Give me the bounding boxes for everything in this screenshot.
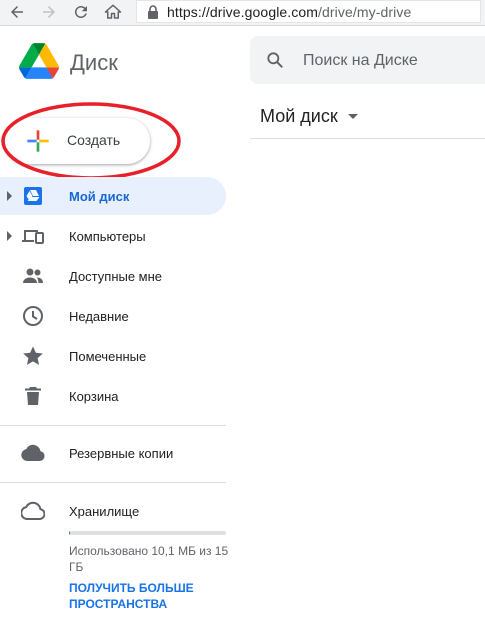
expand-arrow-icon[interactable] — [7, 231, 12, 241]
sidebar-item-label: Мой диск — [69, 189, 130, 204]
sidebar-item-label: Резервные копии — [69, 446, 174, 461]
trash-icon — [25, 387, 41, 405]
create-button-label: Создать — [67, 132, 121, 148]
content-divider — [250, 138, 485, 139]
star-icon — [23, 346, 43, 365]
sidebar-item-starred[interactable]: Помеченные — [0, 337, 226, 375]
people-icon — [23, 268, 43, 283]
get-more-storage-link[interactable]: ПОЛУЧИТЬ БОЛЬШЕ ПРОСТРАНСТВА — [69, 580, 219, 612]
my-drive-title-menu[interactable]: Мой диск — [260, 106, 358, 127]
page-title: Мой диск — [260, 106, 338, 126]
caret-down-icon — [347, 114, 358, 119]
cloud-filled-icon — [21, 444, 45, 461]
address-bar[interactable]: https://drive.google.com/drive/my-drive — [136, 0, 481, 23]
computers-icon — [22, 230, 44, 244]
search-icon[interactable] — [265, 50, 285, 70]
search-input[interactable]: Поиск на Диске — [303, 52, 418, 70]
sidebar-item-label: Хранилище — [69, 504, 140, 519]
sidebar-item-recent[interactable]: Недавние — [0, 297, 226, 335]
sidebar-divider — [0, 482, 226, 483]
drive-logo-icon[interactable] — [19, 43, 59, 79]
forward-arrow-icon — [43, 6, 55, 18]
sidebar-item-backups[interactable]: Резервные копии — [0, 434, 226, 472]
lock-icon — [148, 4, 158, 19]
url-text: https://drive.google.com/drive/my-drive — [167, 4, 411, 20]
clock-icon — [23, 306, 43, 326]
sidebar-item-trash[interactable]: Корзина — [0, 377, 226, 415]
storage-progress-fill — [69, 531, 70, 535]
sidebar-item-storage[interactable]: Хранилище — [0, 492, 226, 530]
url-scheme: https:// — [167, 3, 210, 20]
search-box[interactable]: Поиск на Диске — [250, 36, 485, 84]
sidebar-item-label: Доступные мне — [69, 269, 163, 284]
url-host: drive.google.com — [209, 3, 319, 20]
storage-usage-text: Использовано 10,1 МБ из 15 ГБ — [69, 544, 229, 574]
sidebar-item-label: Компьютеры — [69, 229, 146, 244]
drive-folder-icon — [24, 187, 42, 205]
url-path: /drive/my-drive — [318, 3, 412, 20]
back-arrow-icon — [11, 6, 23, 18]
back-button[interactable] — [6, 1, 28, 23]
reload-icon — [74, 5, 87, 18]
sidebar-item-label: Корзина — [69, 389, 119, 404]
storage-progress-bar — [69, 531, 226, 535]
plus-icon — [27, 130, 49, 152]
browser-toolbar: https://drive.google.com/drive/my-drive — [0, 0, 485, 26]
forward-button[interactable] — [38, 1, 60, 23]
expand-arrow-icon[interactable] — [7, 191, 12, 201]
reload-button[interactable] — [70, 1, 92, 23]
sidebar-item-my-drive[interactable]: Мой диск — [0, 177, 226, 215]
sidebar-item-computers[interactable]: Компьютеры — [0, 217, 226, 255]
home-icon — [104, 4, 122, 19]
sidebar-item-shared[interactable]: Доступные мне — [0, 257, 226, 295]
home-button[interactable] — [102, 1, 124, 23]
sidebar-divider — [0, 425, 226, 426]
brand-name: Диск — [70, 50, 118, 75]
sidebar-item-label: Недавние — [69, 309, 129, 324]
cloud-outline-icon — [21, 501, 45, 520]
sidebar-item-label: Помеченные — [69, 349, 147, 364]
create-button[interactable]: Создать — [5, 118, 150, 164]
